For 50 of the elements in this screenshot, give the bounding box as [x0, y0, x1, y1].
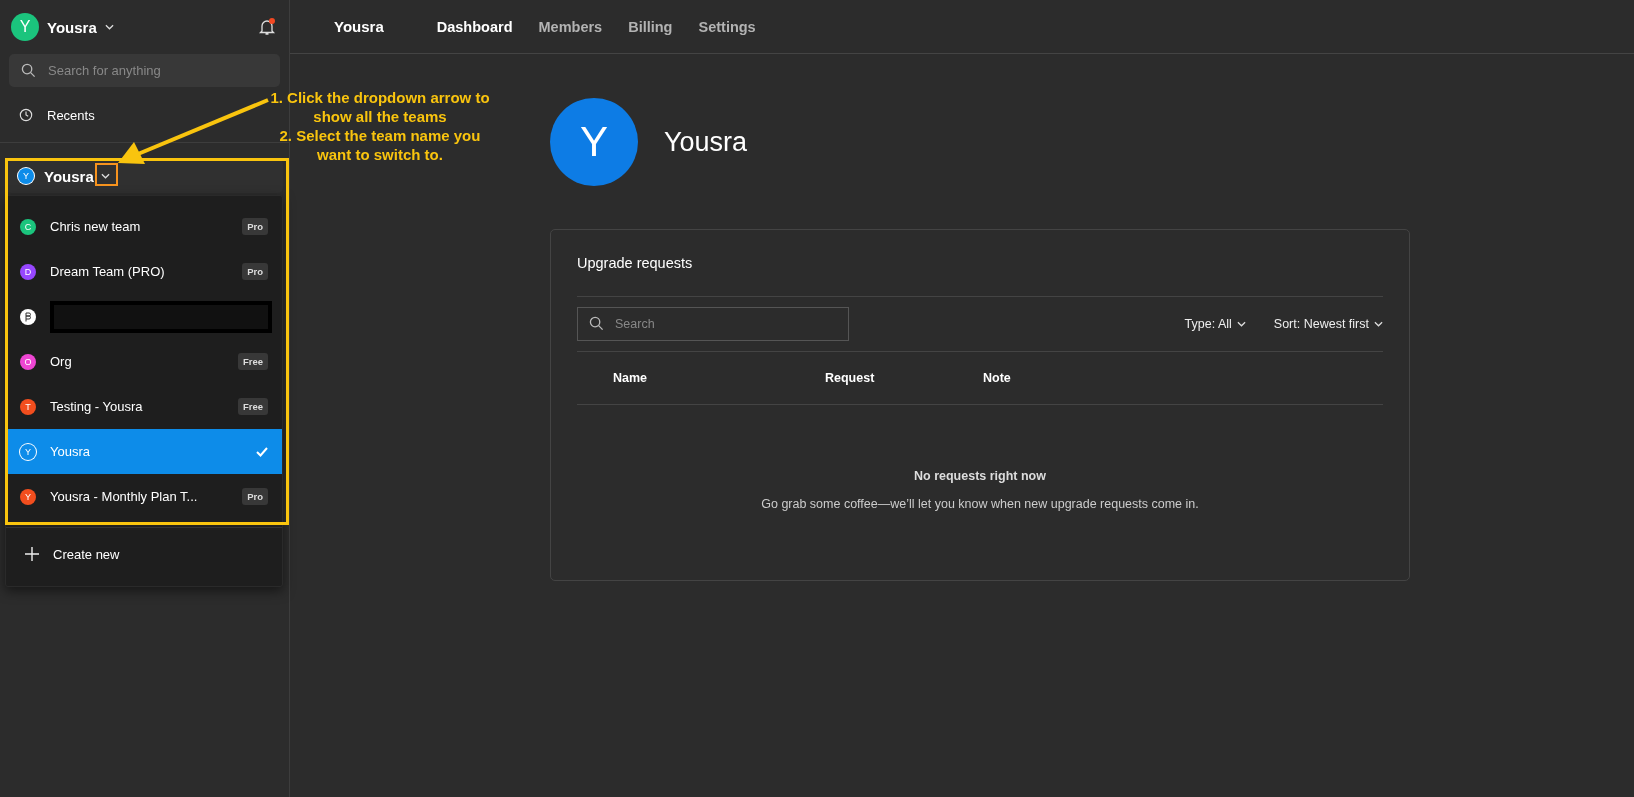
- recents-link[interactable]: Recents: [47, 107, 95, 123]
- team-avatar: Y: [20, 488, 36, 505]
- nav-tab[interactable]: Billing: [615, 18, 686, 35]
- caret-icon[interactable]: [101, 173, 111, 179]
- clock-icon: [19, 108, 33, 122]
- card-title: Upgrade requests: [577, 255, 693, 271]
- team-switcher[interactable]: Y Yousra: [6, 159, 283, 193]
- column-header: Request: [825, 371, 875, 385]
- team-item[interactable]: O Org Free: [6, 339, 282, 384]
- empty-title: No requests right now: [914, 469, 1046, 483]
- column-header: Note: [983, 371, 1011, 385]
- bell-icon[interactable]: [257, 17, 277, 37]
- chevron-down-icon: [1374, 321, 1383, 327]
- team-avatar: C: [20, 218, 36, 235]
- filter-dropdown[interactable]: Type: All: [1184, 317, 1246, 331]
- team-item[interactable]: T Testing - Yousra Free: [6, 384, 282, 429]
- nav-tab[interactable]: Members: [525, 18, 616, 35]
- chevron-down-icon: [1236, 321, 1246, 327]
- account-name[interactable]: Yousra: [47, 18, 97, 36]
- plan-badge: Free: [237, 398, 268, 415]
- team-item[interactable]: C Chris new team Pro: [6, 204, 282, 249]
- chevron-down-icon: [104, 24, 114, 30]
- team-title: Yousra: [334, 18, 384, 35]
- plan-badge: Pro: [242, 218, 268, 235]
- team-avatar: T: [20, 398, 36, 415]
- column-header: Name: [613, 371, 648, 385]
- profile-name: Yousra: [664, 126, 748, 158]
- team-avatar: Y: [18, 168, 34, 184]
- team-item[interactable]: D Dream Team (PRO) Pro: [6, 249, 282, 294]
- create-new-item[interactable]: Create new: [6, 528, 282, 580]
- plan-badge: Free: [237, 353, 268, 370]
- search-field[interactable]: Search for anything: [9, 54, 280, 87]
- nav-tab[interactable]: Settings: [685, 18, 769, 35]
- empty-message: Go grab some coffee—we’ll let you know when new upgrade requests come in.: [761, 497, 1199, 511]
- team-item[interactable]: Y Yousra: [6, 429, 282, 474]
- search-icon: [589, 316, 604, 331]
- team-avatar: Y: [20, 443, 36, 460]
- search-icon: [21, 63, 36, 78]
- team-avatar: O: [20, 353, 36, 370]
- plan-badge: Pro: [242, 488, 268, 505]
- plus-icon: [25, 547, 39, 561]
- team-item[interactable]: Y Yousra - Monthly Plan T... Pro: [6, 474, 282, 519]
- nav-tab[interactable]: Dashboard: [423, 18, 526, 35]
- team-avatar: D: [20, 263, 36, 280]
- check-icon: [256, 446, 268, 457]
- plan-badge: Pro: [242, 263, 268, 280]
- filter-dropdown[interactable]: Sort: Newest first: [1273, 317, 1383, 331]
- search-field[interactable]: Search: [577, 307, 849, 341]
- profile-avatar: Y: [550, 98, 638, 186]
- team-logo-icon: [20, 308, 36, 325]
